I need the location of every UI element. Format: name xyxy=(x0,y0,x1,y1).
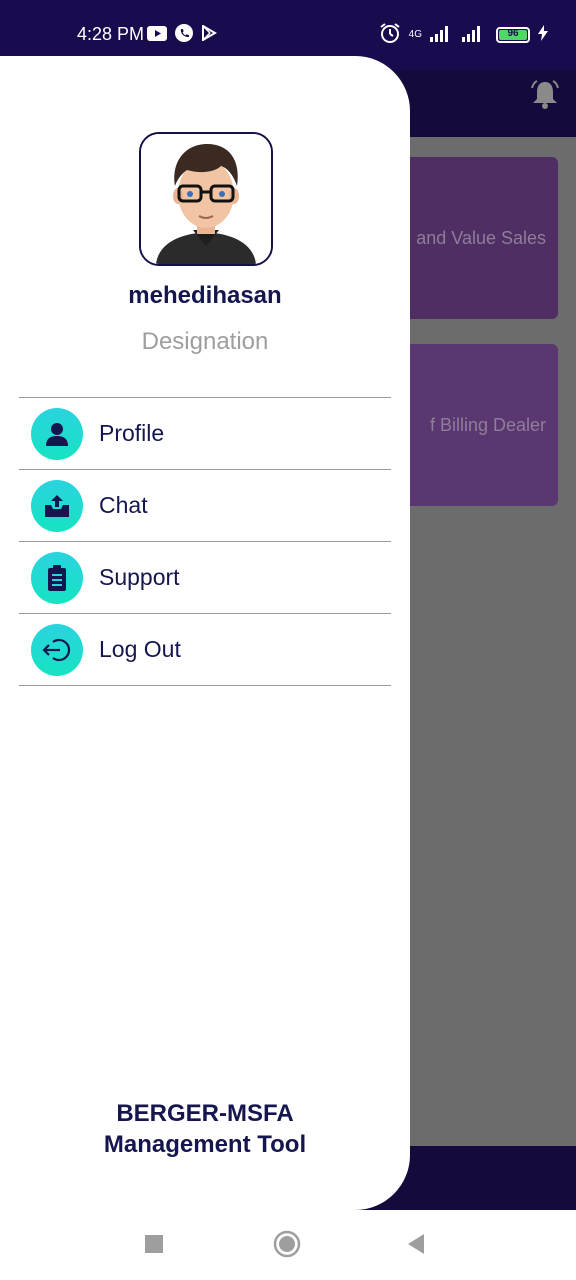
menu-item-label: Log Out xyxy=(99,636,181,662)
brand-line-2: Management Tool xyxy=(103,1131,307,1158)
menu-item-profile[interactable]: Profile xyxy=(19,398,391,470)
home-button[interactable] xyxy=(273,1230,301,1263)
menu-item-support[interactable]: Support xyxy=(19,542,391,614)
clipboard-icon xyxy=(31,551,83,604)
menu-item-logout[interactable]: Log Out xyxy=(19,614,391,686)
app-brand: BERGER-MSFA Management Tool xyxy=(0,1098,410,1160)
play-store-icon xyxy=(201,24,217,46)
youtube-icon xyxy=(147,25,167,46)
network-type: 4G xyxy=(408,29,422,40)
phone-icon xyxy=(175,24,193,47)
user-name: mehedihasan xyxy=(128,282,282,309)
brand-line-1: BERGER-MSFA xyxy=(116,1100,294,1127)
drawer-menu: Profile Chat Support Log Out xyxy=(19,397,391,686)
signal-icon xyxy=(430,24,488,45)
menu-item-label: Profile xyxy=(99,420,165,446)
menu-item-label: Support xyxy=(99,564,180,590)
person-icon xyxy=(31,407,83,460)
back-button[interactable] xyxy=(406,1233,426,1260)
card-text: and Value Sales xyxy=(416,227,546,248)
alarm-icon xyxy=(379,22,401,47)
navigation-drawer: mehedihasan Designation Profile Chat Sup… xyxy=(0,56,410,1210)
user-designation: Designation xyxy=(141,328,269,355)
avatar[interactable] xyxy=(139,132,273,266)
card-text: f Billing Dealer xyxy=(429,414,546,435)
menu-item-chat[interactable]: Chat xyxy=(19,470,391,542)
system-nav-bar xyxy=(0,1210,576,1280)
charging-icon xyxy=(538,25,548,44)
status-time: 4:28 PM xyxy=(77,24,145,44)
battery-level: 96 xyxy=(507,27,519,39)
recent-apps-button[interactable] xyxy=(145,1235,163,1258)
notification-bell-icon[interactable] xyxy=(528,78,562,117)
logout-icon xyxy=(31,623,83,676)
menu-item-label: Chat xyxy=(99,492,148,518)
battery-icon: 96 xyxy=(496,26,530,43)
upload-tray-icon xyxy=(31,479,83,532)
